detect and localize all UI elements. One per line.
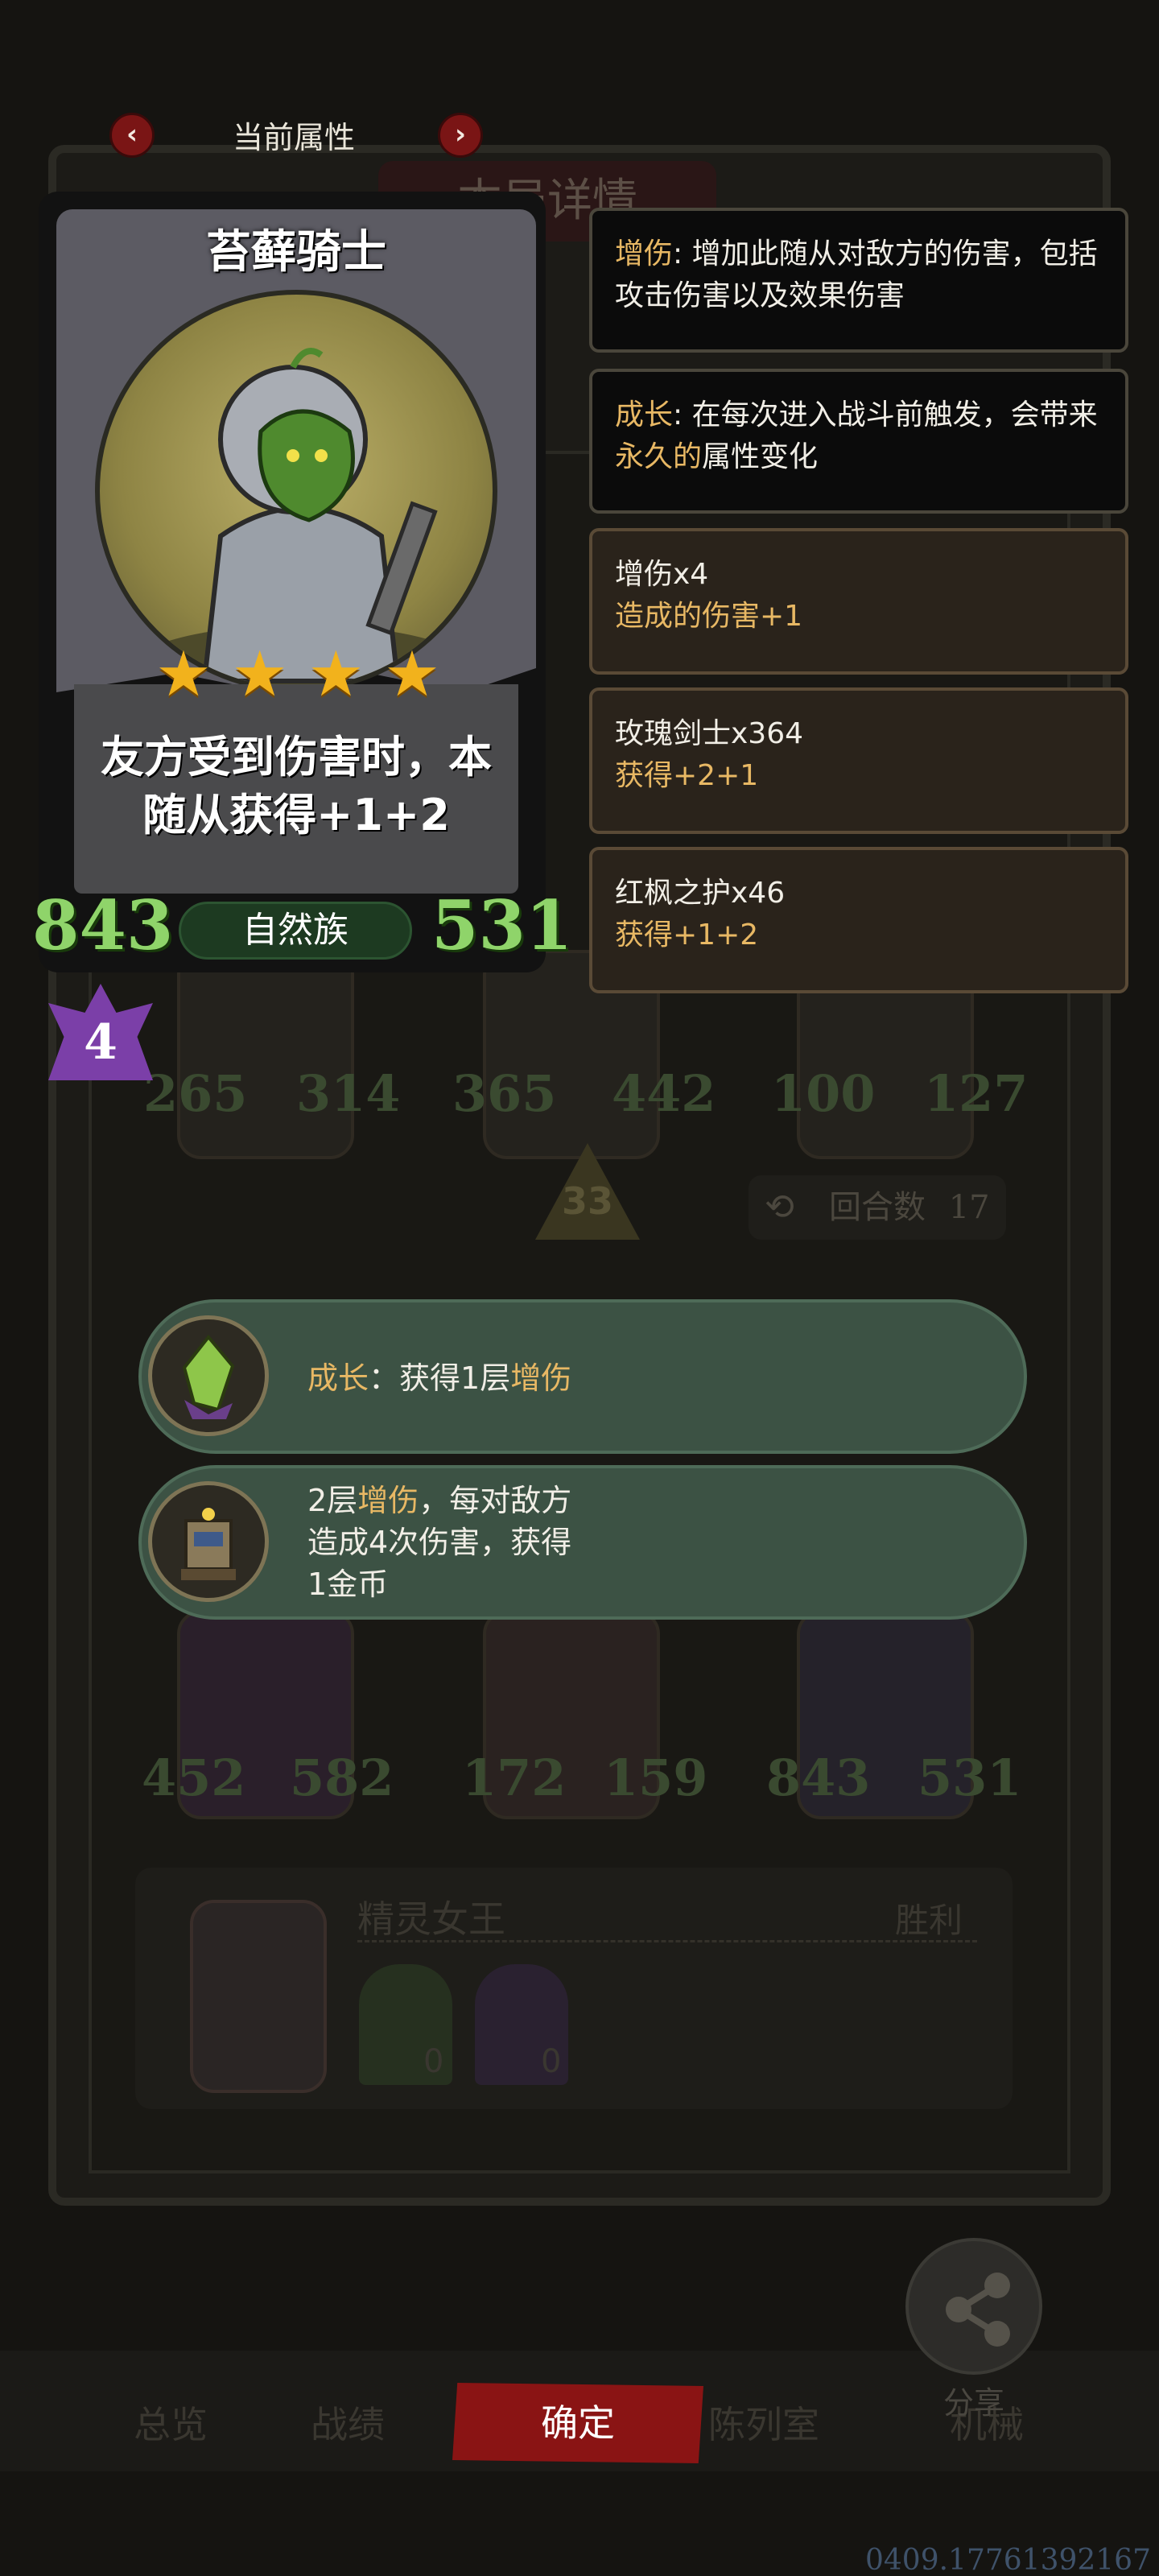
effect-detail: 1金币 <box>307 1567 389 1602</box>
buff-entry: 增伤x4 造成的伤害+1 <box>589 528 1128 675</box>
share-label: 分享 <box>942 2385 1004 2421</box>
hero-portrait <box>190 1900 327 2093</box>
buff-title: 玫瑰剑士x364 <box>615 717 804 750</box>
hero-slot-count: 0 <box>423 2043 444 2080</box>
star-icon: ★ <box>231 638 288 711</box>
tier-level-value: 4 <box>84 1014 118 1071</box>
effect-detail: ：获得1层 <box>369 1360 511 1396</box>
moss-knight-art <box>124 348 478 687</box>
effect-text: 2层增伤，每对敌方 造成4次伤害，获得 1金币 <box>307 1480 571 1605</box>
buff-effect: 造成的伤害+1 <box>615 600 803 633</box>
buff-entry: 玫瑰剑士x364 获得+2+1 <box>589 687 1128 834</box>
keyword-label: 增伤 <box>615 237 674 270</box>
share-button[interactable] <box>905 2238 1042 2375</box>
hero-name: 精灵女王 <box>357 1897 505 1941</box>
round-value: 17 <box>948 1189 990 1226</box>
lineup-unit <box>177 950 354 1159</box>
next-button[interactable]: › <box>438 113 483 158</box>
session-id: 0409.17761392167 <box>864 2544 1151 2576</box>
crystal-icon <box>148 1315 269 1436</box>
buff-effect: 获得+2+1 <box>615 759 759 792</box>
unit-attack: 843 <box>766 1748 871 1807</box>
tab-gallery[interactable]: 陈列室 <box>708 2396 819 2449</box>
buff-effect: 获得+1+2 <box>615 919 759 952</box>
keyword-tooltip: 增伤: 增加此随从对敌方的伤害，包括攻击伤害以及效果伤害 <box>589 208 1128 353</box>
description-line: 友方受到伤害时，本 <box>101 732 492 782</box>
unit-health: 127 <box>924 1064 1029 1123</box>
unit-attack: 452 <box>142 1748 246 1807</box>
keyword-text: 属性变化 <box>702 440 819 473</box>
share-icon <box>946 2273 1010 2347</box>
keyword-text: : 在每次进入战斗前触发，会带来 <box>673 398 1098 431</box>
effect-detail: 造成4次伤害，获得 <box>307 1525 572 1560</box>
keyword-highlight: 增伤 <box>510 1360 572 1396</box>
confirm-button[interactable]: 确定 <box>452 2383 703 2463</box>
keyword-tooltip: 成长: 在每次进入战斗前触发，会带来永久的属性变化 <box>589 369 1128 514</box>
prev-button[interactable]: ‹ <box>109 113 155 158</box>
unit-attack: 365 <box>452 1064 557 1123</box>
unit-attack: 100 <box>771 1064 876 1123</box>
buff-entry: 红枫之护x46 获得+1+2 <box>589 847 1128 993</box>
star-icon: ★ <box>155 638 212 711</box>
mech-icon <box>148 1481 269 1602</box>
page-title: 当前属性 <box>232 120 355 155</box>
tavern-tier-value: 33 <box>561 1179 613 1223</box>
hero-slot-count: 0 <box>541 2043 562 2080</box>
star-icon: ★ <box>384 638 440 711</box>
unit-health: 442 <box>612 1064 716 1123</box>
minion-description: 友方受到伤害时，本 随从获得+1+2 <box>74 729 518 844</box>
chevron-right-icon: › <box>454 118 466 151</box>
keyword-text: : 增加此随从对敌方的伤害，包括攻击伤害以及效果伤害 <box>615 237 1098 312</box>
description-line: 随从获得+1+2 <box>142 790 450 840</box>
unit-attack: 172 <box>462 1748 567 1807</box>
effect-bubble <box>138 1465 1027 1620</box>
effect-detail: ，每对敌方 <box>419 1483 572 1518</box>
effect-bubble <box>138 1299 1027 1454</box>
minion-portrait <box>95 290 497 692</box>
effect-detail: 2层 <box>307 1483 358 1518</box>
tab-overview[interactable]: 总览 <box>134 2396 208 2449</box>
tribe-badge: 自然族 <box>179 902 412 960</box>
buff-title: 增伤x4 <box>615 558 709 591</box>
unit-health: 531 <box>918 1748 1022 1807</box>
crystal-art <box>182 1334 235 1419</box>
keyword-highlight: 增伤 <box>357 1483 419 1518</box>
star-icon: ★ <box>307 638 365 711</box>
refresh-icon: ⟲ <box>765 1187 794 1228</box>
minion-name: 苔藓骑士 <box>206 226 386 279</box>
keyword-label: 成长 <box>615 398 674 431</box>
match-result: 胜利 <box>895 1901 963 1940</box>
buff-title: 红枫之护x46 <box>615 877 786 910</box>
tab-record[interactable]: 战绩 <box>311 2396 385 2449</box>
unit-health: 582 <box>290 1748 394 1807</box>
unit-health: 159 <box>604 1748 708 1807</box>
star-rating: ★ ★ ★ ★ <box>153 638 443 711</box>
keyword-highlight: 永久的 <box>615 440 703 473</box>
unit-health: 314 <box>296 1064 401 1123</box>
chevron-left-icon: ‹ <box>126 118 138 151</box>
mech-art <box>181 1508 236 1580</box>
health-value: 531 <box>431 886 573 965</box>
attack-value: 843 <box>32 886 174 965</box>
keyword-label: 成长 <box>307 1360 369 1396</box>
divider <box>357 1940 977 1942</box>
round-label: 回合数 <box>829 1189 926 1226</box>
unit-attack: 265 <box>143 1064 248 1123</box>
effect-text: 成长：获得1层增伤 <box>307 1357 571 1399</box>
